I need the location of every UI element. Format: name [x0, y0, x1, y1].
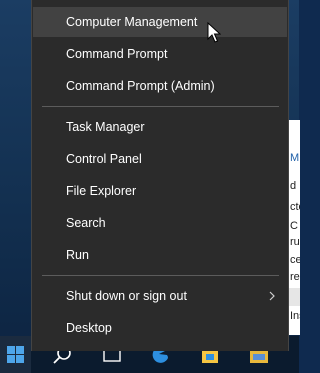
menu-item-search[interactable]: Search: [33, 208, 287, 238]
menu-item-command-prompt[interactable]: Command Prompt: [33, 39, 287, 69]
menu-item-label: Command Prompt: [66, 47, 168, 61]
window-text-fragment: cto: [290, 201, 300, 213]
menu-divider: [42, 275, 279, 276]
chevron-right-icon: [269, 291, 275, 301]
window-text-fragment: M: [290, 152, 300, 164]
menu-item-task-manager[interactable]: Task Manager: [33, 112, 287, 142]
menu-item-label: Desktop: [66, 321, 112, 335]
menu-item-computer-management[interactable]: Computer Management: [33, 7, 287, 37]
menu-item-control-panel[interactable]: Control Panel: [33, 144, 287, 174]
menu-item-label: Run: [66, 248, 89, 262]
menu-item-label: Control Panel: [66, 152, 142, 166]
start-button[interactable]: [0, 336, 31, 373]
menu-item-command-prompt-admin[interactable]: Command Prompt (Admin): [33, 71, 287, 101]
window-text-fragment: d: [290, 180, 297, 192]
window-text-fragment: ru: [290, 236, 300, 248]
window-text-fragment: re: [290, 271, 300, 283]
menu-item-label: Computer Management: [66, 15, 198, 29]
window-text-fragment: C: [290, 220, 298, 232]
menu-item-file-explorer[interactable]: File Explorer: [33, 176, 287, 206]
menu-divider: [42, 106, 279, 107]
menu-item-label: Task Manager: [66, 120, 145, 134]
menu-item-shut-down-or-sign-out[interactable]: Shut down or sign out: [33, 281, 287, 311]
window-text-fragment: Ins: [290, 310, 300, 322]
menu-item-label: Search: [66, 216, 106, 230]
menu-item-label: Shut down or sign out: [66, 289, 187, 303]
mouse-cursor-icon: [207, 22, 221, 43]
menu-item-label: File Explorer: [66, 184, 137, 198]
windows-logo-icon: [7, 346, 24, 363]
menu-item-label: Command Prompt (Admin): [66, 79, 215, 93]
menu-item-desktop[interactable]: Desktop: [33, 313, 287, 343]
winx-context-menu: Computer Management Command Prompt Comma…: [31, 0, 289, 351]
menu-item-run[interactable]: Run: [33, 240, 287, 270]
window-text-fragment: ce: [290, 254, 300, 266]
